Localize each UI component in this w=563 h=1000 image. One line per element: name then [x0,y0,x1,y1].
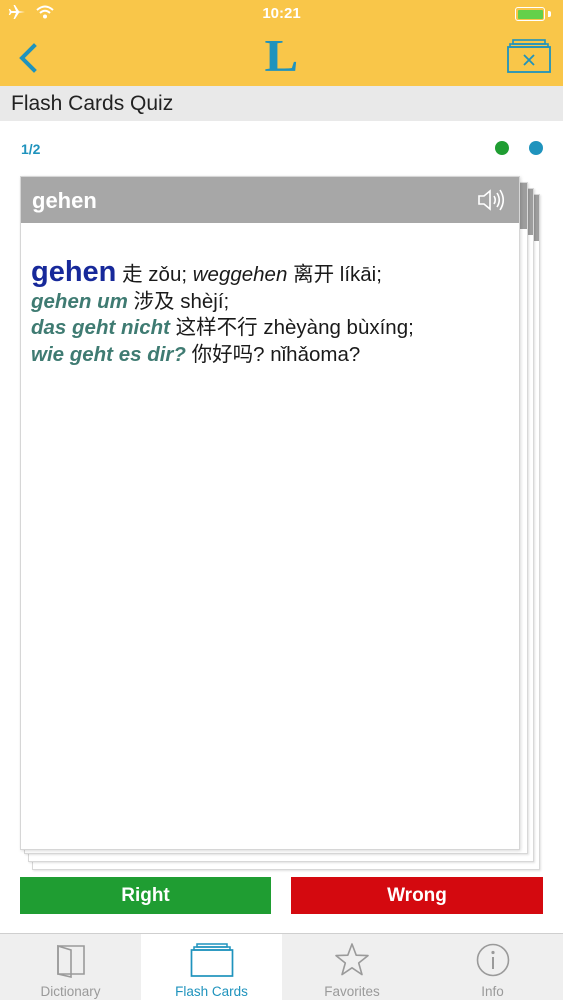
flash-card[interactable]: gehen gehen 走 zǒu; weggehen 离开 líkāi; ge… [20,176,520,850]
status-bar: 10:21 [0,0,563,28]
entry-synonym: weggehen [192,263,288,286]
app-header: 10:21 L [0,0,563,86]
entry-line-1: gehen 走 zǒu; weggehen 离开 líkāi; [31,256,515,289]
entry-phrase: das geht nicht 这样不行 zhèyàng bùxíng; [31,315,515,342]
entry-phrase: gehen um 涉及 shèjí; [31,289,515,316]
correct-indicator-dot [495,141,509,155]
entry-synonym-translation: 离开 líkāi; [287,263,382,286]
phrase-german: das geht nicht [31,316,170,339]
tab-label: Dictionary [40,984,101,999]
tab-flash-cards[interactable]: Flash Cards [141,934,282,1000]
right-button[interactable]: Right [20,877,271,914]
tab-favorites[interactable]: Favorites [282,934,422,1000]
tab-label: Info [481,984,504,999]
entry-translation: 走 zǒu; [116,263,193,286]
status-time: 10:21 [262,5,301,22]
phrase-translation: 你好吗? nǐhǎoma? [185,342,361,366]
tab-label: Flash Cards [175,984,248,999]
tab-bar: Dictionary Flash Cards Favorites Info [0,933,563,1000]
wrong-button[interactable]: Wrong [291,877,543,914]
entry-headword: gehen [31,256,117,288]
dictionary-icon [56,944,85,978]
title-bar: Flash Cards Quiz [0,86,563,121]
battery-tip [548,11,551,17]
tab-label: Favorites [324,984,380,999]
tab-info[interactable]: Info [422,934,563,1000]
card-counter: 1/2 [21,141,41,157]
page-title: Flash Cards Quiz [11,92,174,115]
entry-phrase: wie geht es dir? 你好吗? nǐhǎoma? [31,342,515,369]
info-icon [476,943,509,977]
tab-dictionary[interactable]: Dictionary [0,934,141,1000]
phrase-german: wie geht es dir? [31,342,186,366]
phrase-german: gehen um [31,289,128,313]
play-audio-button[interactable] [477,187,509,213]
speaker-icon [478,189,505,211]
remaining-indicator-dot [529,141,543,155]
battery-icon [515,7,545,21]
close-deck-icon [507,39,551,73]
star-icon [335,943,369,976]
close-deck-button[interactable] [507,38,551,74]
card-header: gehen [21,177,519,223]
phrase-translation: 涉及 shèjí; [127,289,230,313]
dictionary-entry: gehen 走 zǒu; weggehen 离开 líkāi; gehen um… [31,256,515,369]
flash-cards-icon [190,943,233,977]
phrase-translation: 这样不行 zhèyàng bùxíng; [169,316,414,339]
card-word: gehen [32,188,97,213]
app-logo: L [264,30,299,81]
nav-bar: L [0,28,563,86]
